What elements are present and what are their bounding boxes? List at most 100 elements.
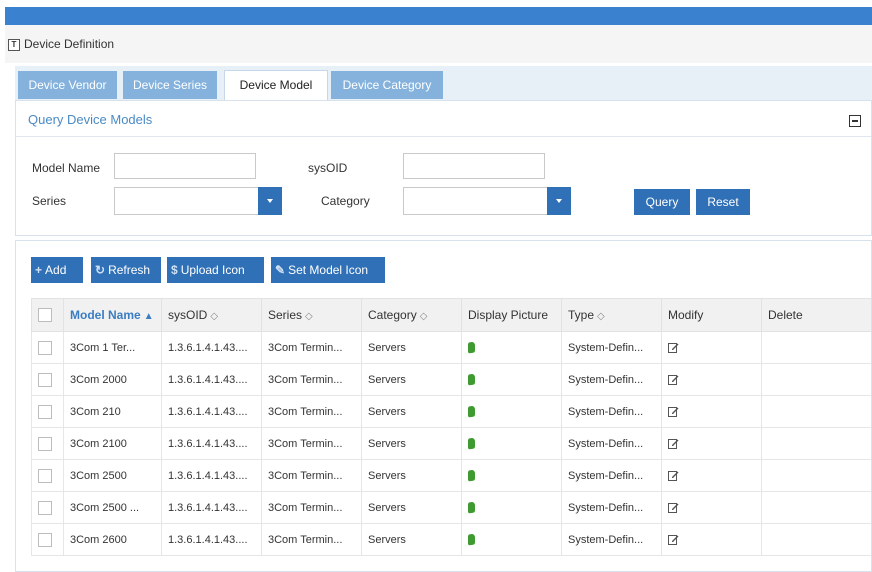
modify-cell[interactable]	[662, 428, 762, 460]
select-all-checkbox[interactable]	[38, 308, 52, 322]
tab-bar: Device Vendor Device Series Device Model…	[15, 66, 872, 100]
col-series[interactable]: Series◇	[262, 299, 362, 332]
tab-device-category[interactable]: Device Category	[331, 71, 443, 99]
add-button-label: Add	[45, 263, 66, 277]
refresh-button[interactable]: ↻Refresh	[91, 257, 161, 283]
display-picture-cell	[462, 492, 562, 524]
row-select-cell[interactable]	[32, 492, 64, 524]
table-row[interactable]: 3Com 21001.3.6.1.4.1.43....3Com Termin..…	[32, 428, 872, 460]
delete-cell	[762, 396, 872, 428]
table-row[interactable]: 3Com 20001.3.6.1.4.1.43....3Com Termin..…	[32, 364, 872, 396]
tab-device-series[interactable]: Device Series	[123, 71, 217, 99]
reset-button[interactable]: Reset	[696, 189, 750, 215]
edit-icon[interactable]	[668, 470, 679, 481]
col-sysoid[interactable]: sysOID◇	[162, 299, 262, 332]
device-picture-icon	[468, 501, 475, 513]
col-model-name[interactable]: Model Name▲	[64, 299, 162, 332]
sort-asc-icon: ▲	[144, 311, 154, 322]
edit-icon[interactable]	[668, 534, 679, 545]
row-select-cell[interactable]	[32, 364, 64, 396]
device-picture-icon	[468, 437, 475, 449]
type-cell: System-Defin...	[562, 396, 662, 428]
plus-icon: +	[35, 257, 42, 283]
select-all-header[interactable]	[32, 299, 64, 332]
series-cell: 3Com Termin...	[262, 428, 362, 460]
edit-icon[interactable]	[668, 502, 679, 513]
row-checkbox[interactable]	[38, 341, 52, 355]
sort-icon: ◇	[597, 311, 605, 322]
model-name-cell: 3Com 2500	[64, 460, 162, 492]
set-model-icon-button[interactable]: ✎Set Model Icon	[271, 257, 385, 283]
row-select-cell[interactable]	[32, 524, 64, 556]
chevron-down-icon[interactable]	[547, 187, 571, 215]
col-category[interactable]: Category◇	[362, 299, 462, 332]
table-row[interactable]: 3Com 2101.3.6.1.4.1.43....3Com Termin...…	[32, 396, 872, 428]
modify-cell[interactable]	[662, 524, 762, 556]
col-display-picture-label: Display Picture	[468, 308, 548, 322]
category-cell: Servers	[362, 428, 462, 460]
category-select[interactable]	[403, 187, 571, 215]
table-row[interactable]: 3Com 26001.3.6.1.4.1.43....3Com Termin..…	[32, 524, 872, 556]
table-row[interactable]: 3Com 25001.3.6.1.4.1.43....3Com Termin..…	[32, 460, 872, 492]
collapse-icon[interactable]	[849, 115, 861, 127]
table-row[interactable]: 3Com 2500 ...1.3.6.1.4.1.43....3Com Term…	[32, 492, 872, 524]
page-type-icon: T	[8, 39, 20, 51]
refresh-icon: ↻	[95, 257, 105, 283]
upload-icon-button[interactable]: $Upload Icon	[167, 257, 264, 283]
display-picture-cell	[462, 524, 562, 556]
modify-cell[interactable]	[662, 332, 762, 364]
modify-cell[interactable]	[662, 460, 762, 492]
model-name-cell: 3Com 1 Ter...	[64, 332, 162, 364]
sysoid-input[interactable]	[403, 153, 545, 179]
chevron-down-icon[interactable]	[258, 187, 282, 215]
edit-icon[interactable]	[668, 406, 679, 417]
row-select-cell[interactable]	[32, 460, 64, 492]
results-panel: +Add ↻Refresh $Upload Icon ✎Set Model Ic…	[15, 240, 872, 572]
row-select-cell[interactable]	[32, 428, 64, 460]
col-series-label: Series	[268, 308, 302, 322]
series-select[interactable]	[114, 187, 282, 215]
device-picture-icon	[468, 405, 475, 417]
category-cell: Servers	[362, 396, 462, 428]
display-picture-cell	[462, 332, 562, 364]
tab-device-vendor[interactable]: Device Vendor	[18, 71, 117, 99]
row-checkbox[interactable]	[38, 469, 52, 483]
category-cell: Servers	[362, 332, 462, 364]
sysoid-cell: 1.3.6.1.4.1.43....	[162, 524, 262, 556]
model-name-input[interactable]	[114, 153, 256, 179]
sysoid-cell: 1.3.6.1.4.1.43....	[162, 332, 262, 364]
edit-icon[interactable]	[668, 438, 679, 449]
category-label: Category	[321, 194, 370, 208]
edit-icon[interactable]	[668, 342, 679, 353]
modify-cell[interactable]	[662, 396, 762, 428]
edit-icon[interactable]	[668, 374, 679, 385]
page-title: Device Definition	[24, 37, 114, 51]
display-picture-cell	[462, 460, 562, 492]
tab-device-model[interactable]: Device Model	[224, 70, 328, 101]
upload-icon-button-label: Upload Icon	[181, 263, 245, 277]
delete-cell	[762, 492, 872, 524]
model-name-label: Model Name	[32, 161, 100, 175]
row-checkbox[interactable]	[38, 533, 52, 547]
series-cell: 3Com Termin...	[262, 524, 362, 556]
row-checkbox[interactable]	[38, 373, 52, 387]
row-select-cell[interactable]	[32, 332, 64, 364]
device-picture-icon	[468, 341, 475, 353]
row-checkbox[interactable]	[38, 437, 52, 451]
query-button[interactable]: Query	[634, 189, 690, 215]
row-checkbox[interactable]	[38, 405, 52, 419]
device-model-table: Model Name▲ sysOID◇ Series◇ Category◇ Di…	[31, 298, 872, 556]
delete-cell	[762, 428, 872, 460]
type-cell: System-Defin...	[562, 364, 662, 396]
modify-cell[interactable]	[662, 364, 762, 396]
table-row[interactable]: 3Com 1 Ter...1.3.6.1.4.1.43....3Com Term…	[32, 332, 872, 364]
row-checkbox[interactable]	[38, 501, 52, 515]
display-picture-cell	[462, 428, 562, 460]
add-button[interactable]: +Add	[31, 257, 83, 283]
col-modify: Modify	[662, 299, 762, 332]
col-type[interactable]: Type◇	[562, 299, 662, 332]
row-select-cell[interactable]	[32, 396, 64, 428]
modify-cell[interactable]	[662, 492, 762, 524]
col-sysoid-label: sysOID	[168, 308, 207, 322]
delete-cell	[762, 460, 872, 492]
